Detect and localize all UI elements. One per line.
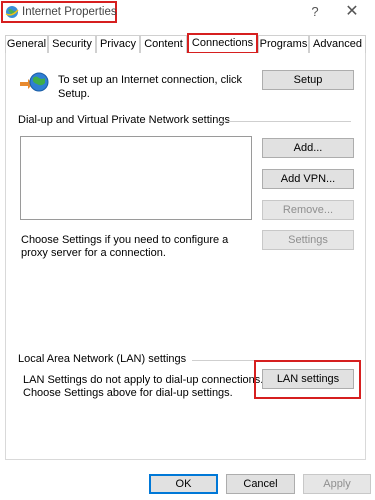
tab-content[interactable]: Content [140, 35, 187, 53]
lan-description-line1: LAN Settings do not apply to dial-up con… [23, 374, 264, 386]
help-button[interactable]: ? [305, 3, 325, 21]
dialup-group-divider [218, 121, 351, 122]
internet-globe-icon [5, 5, 19, 19]
tab-security[interactable]: Security [48, 35, 96, 53]
tab-privacy[interactable]: Privacy [96, 35, 140, 53]
lan-settings-button[interactable]: LAN settings [262, 369, 354, 389]
tab-connections[interactable]: Connections [187, 33, 258, 54]
cancel-button[interactable]: Cancel [226, 474, 295, 494]
setup-description: To set up an Internet connection, click … [58, 74, 243, 100]
tab-advanced[interactable]: Advanced [309, 35, 366, 53]
setup-button[interactable]: Setup [262, 70, 354, 90]
ok-button[interactable]: OK [149, 474, 218, 494]
add-vpn-button[interactable]: Add VPN... [262, 169, 354, 189]
tab-programs[interactable]: Programs [258, 35, 309, 53]
lan-description-line2: Choose Settings above for dial-up settin… [23, 387, 233, 399]
close-button[interactable]: ✕ [340, 2, 364, 22]
window-title: Internet Properties [22, 6, 117, 18]
tab-general[interactable]: General [5, 35, 48, 53]
lan-group-label: Local Area Network (LAN) settings [18, 353, 187, 365]
add-button[interactable]: Add... [262, 138, 354, 158]
apply-button[interactable]: Apply [303, 474, 371, 494]
settings-button[interactable]: Settings [262, 230, 354, 250]
network-globe-icon [18, 68, 50, 100]
proxy-description: Choose Settings if you need to configure… [21, 234, 229, 259]
dialup-group-label: Dial-up and Virtual Private Network sett… [18, 114, 230, 126]
dialup-connections-list[interactable] [20, 136, 252, 220]
remove-button[interactable]: Remove... [262, 200, 354, 220]
